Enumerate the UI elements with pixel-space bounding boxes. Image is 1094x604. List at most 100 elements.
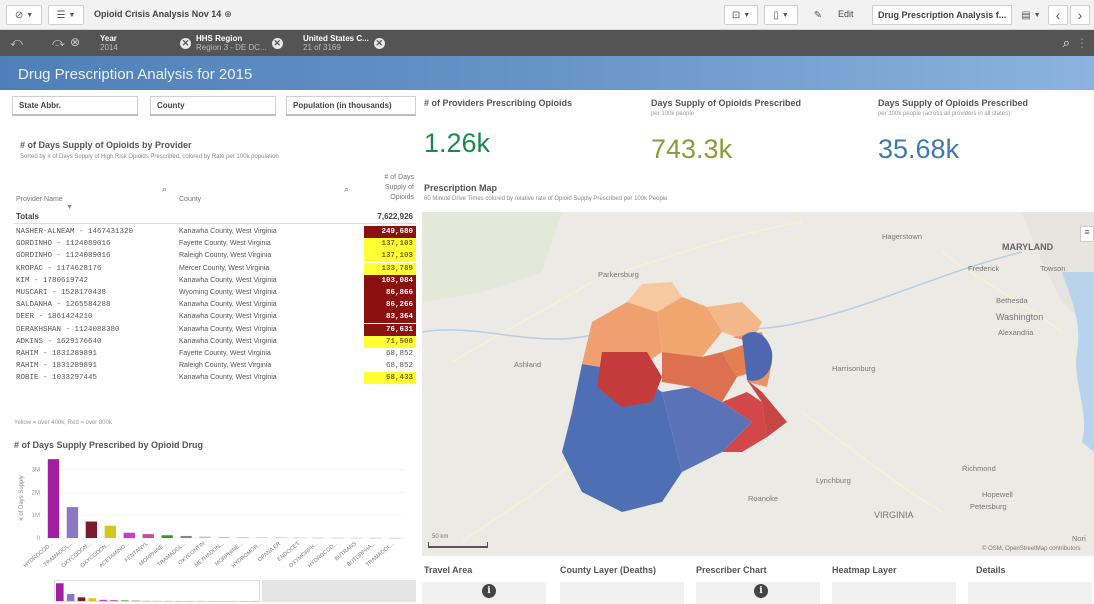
table-row[interactable]: DERAKHSHAN - 1124088380 Kanawha County, W… (14, 323, 416, 336)
edit-button[interactable]: ✎ (804, 5, 832, 25)
table-row[interactable]: RAHIM - 1831289891 Fayette County, West V… (14, 348, 416, 360)
tab-county-layer[interactable]: County Layer (Deaths) (560, 565, 656, 575)
table-row[interactable]: KIM - 1780619742 Kanawha County, West Vir… (14, 274, 416, 287)
county-cell: Fayette County, West Virginia (179, 349, 271, 357)
provider-name-cell: KROPAC - 1174628176 (16, 264, 102, 273)
totals-label: Totals (16, 212, 39, 221)
bar[interactable] (85, 521, 98, 538)
sheet-selector[interactable]: Drug Prescription Analysis f... (872, 5, 1012, 25)
bar[interactable] (388, 537, 401, 539)
bar[interactable] (332, 537, 344, 539)
filter-county[interactable]: County (150, 96, 276, 116)
search-icon[interactable]: ⌕ (162, 184, 167, 195)
bar[interactable] (199, 536, 211, 538)
previous-sheet-button[interactable]: ‹ (1048, 5, 1068, 25)
filter-population[interactable]: Population (in thousands) (286, 96, 416, 116)
navigation-menu-button[interactable]: ⊘ ▼ (6, 5, 42, 25)
tab-travel-area[interactable]: Travel Area (424, 565, 472, 575)
mini-bar (164, 600, 173, 602)
chevron-down-icon: ▼ (68, 11, 76, 19)
drug-bar-chart[interactable]: # of Days Supply3M2M1M0HYDROCOD...TRAMAD… (14, 450, 416, 580)
sheet-list-button[interactable]: ☰ ▼ (48, 5, 84, 25)
sheet-title: Drug Prescription Analysis for 2015 (18, 66, 253, 83)
bar[interactable] (47, 459, 60, 538)
bar[interactable] (294, 537, 306, 539)
sheet-menu-button[interactable]: ▤ ▼ (1016, 5, 1046, 25)
column-header-value-line2[interactable]: Supply of (385, 184, 414, 191)
tab-details[interactable]: Details (976, 565, 1006, 575)
prescription-map[interactable]: Hagerstown MARYLAND Frederick Towson Par… (422, 212, 1094, 556)
table-row[interactable]: ADKINS - 1629176640 Kanawha County, West … (14, 335, 416, 348)
search-icon[interactable]: ⌕ (1063, 35, 1070, 51)
y-tick-label: 1M (32, 513, 40, 519)
table-row[interactable]: ROBIE - 1033297445 Kanawha County, West V… (14, 372, 416, 385)
table-row[interactable]: NASHER-ALNEAM - 1467431320 Kanawha County… (14, 226, 416, 238)
days-supply-cell: 83,364 (364, 311, 416, 324)
days-supply-cell: 137,103 (364, 238, 416, 251)
chevron-left-icon: ‹ (1055, 7, 1061, 23)
selection-chip-hhs-region[interactable]: ✕ HHS Region Region 3 - DE DC... ✕ (180, 33, 283, 53)
bar[interactable] (123, 532, 135, 538)
chip-text: HHS Region Region 3 - DE DC... (196, 34, 267, 52)
more-icon[interactable]: ⋮ (1076, 36, 1088, 50)
bar[interactable] (66, 507, 79, 538)
county-cell: Kanawha County, West Virginia (179, 276, 277, 284)
y-tick-label: 0 (37, 536, 41, 542)
bar[interactable] (256, 537, 268, 538)
edit-label[interactable]: Edit (838, 9, 854, 19)
bar[interactable] (350, 537, 363, 539)
bar[interactable] (237, 537, 249, 538)
selections-tool-icon[interactable]: ⤺ (10, 35, 23, 50)
column-header-county[interactable]: County (179, 196, 201, 203)
tab-heatmap-layer[interactable]: Heatmap Layer (832, 565, 897, 575)
clear-all-icon[interactable]: ⊗ (70, 35, 80, 49)
close-icon[interactable]: ✕ (373, 37, 385, 49)
table-row[interactable]: SALDANHA - 1265584288 Kanawha County, Wes… (14, 299, 416, 312)
bar[interactable] (104, 525, 116, 538)
next-sheet-button[interactable]: › (1070, 5, 1090, 25)
kpi-title-days-supply: Days Supply of Opioids Prescribed (651, 98, 802, 108)
provider-name-cell: GORDINHO - 1124089016 (16, 240, 111, 249)
table-row[interactable]: RAHIM - 1831289891 Raleigh County, West V… (14, 360, 416, 372)
map-label: VIRGINIA (874, 510, 914, 520)
bar[interactable] (218, 537, 230, 538)
chart-scrollbar-thumb[interactable] (54, 580, 260, 602)
bar[interactable] (275, 537, 287, 539)
step-back-icon[interactable]: ⤼ (52, 35, 65, 50)
column-header-provider[interactable]: Provider Name (16, 196, 63, 203)
tab-prescriber-chart[interactable]: Prescriber Chart (696, 565, 767, 575)
sheet-actions-button[interactable]: ▯ ▼ (764, 5, 798, 25)
mini-bar (110, 600, 118, 601)
county-cell: Kanawha County, West Virginia (179, 337, 277, 345)
column-header-value-line1[interactable]: # of Days (384, 174, 414, 181)
map-label: Lynchburg (816, 476, 851, 485)
table-row[interactable]: GORDINHO - 1124089016 Raleigh County, Wes… (14, 250, 416, 263)
close-icon[interactable]: ✕ (271, 37, 283, 49)
info-icon[interactable]: i (482, 584, 496, 598)
close-icon[interactable]: ✕ (180, 37, 191, 49)
chip-field: United States C... (303, 34, 369, 43)
table-row[interactable]: KROPAC - 1174628176 Mercer County, West V… (14, 262, 416, 275)
mini-bar (251, 600, 259, 602)
chart-scrollbar-track[interactable] (262, 580, 416, 602)
bar[interactable] (161, 535, 173, 538)
info-icon[interactable]: i (754, 584, 768, 598)
provider-table-title: # of Days Supply of Opioids by Provider (20, 140, 192, 150)
map-menu-button[interactable]: ≡ (1080, 226, 1094, 242)
bar[interactable] (313, 537, 325, 539)
bar[interactable] (180, 535, 192, 538)
filter-state-abbr[interactable]: State Abbr. (12, 96, 138, 116)
search-icon[interactable]: ⌕ (344, 184, 349, 195)
table-row[interactable]: GORDINHO - 1124089016 Fayette County, Wes… (14, 238, 416, 251)
compass-icon: ⊘ (14, 9, 24, 21)
provider-name-cell: DEER - 1861424210 (16, 313, 93, 322)
bookmark-button[interactable]: ⊡ ▼ (724, 5, 758, 25)
table-row[interactable]: DEER - 1861424210 Kanawha County, West Vi… (14, 311, 416, 324)
bar[interactable] (369, 537, 382, 539)
column-header-value-line3[interactable]: Opioids (390, 194, 414, 201)
provider-table-header: Provider Name ⌕ County ⌕ # of Days Suppl… (14, 172, 416, 211)
selection-chip-county[interactable]: United States C... 21 of 3169 ✕ (303, 33, 385, 53)
selection-chip-year[interactable]: Year 2014 (100, 33, 118, 53)
bar[interactable] (142, 534, 154, 538)
table-row[interactable]: MUSCARI - 1528170438 Wyoming County, West… (14, 286, 416, 299)
